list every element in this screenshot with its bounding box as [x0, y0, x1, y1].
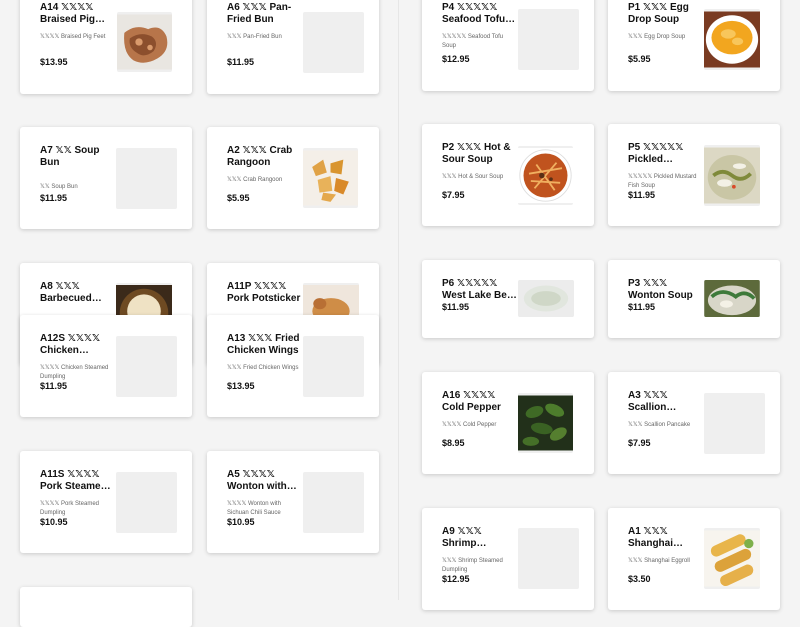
item-price: $7.95 [628, 438, 651, 448]
item-price: $5.95 [227, 193, 250, 203]
menu-item-card-p5[interactable]: P5 𝕏𝕏𝕏𝕏𝕏 Pickled Mustard Fish Soup 𝕏𝕏𝕏𝕏𝕏 … [608, 124, 780, 226]
item-description: 𝕏𝕏𝕏 Scallion Pancake [628, 422, 691, 428]
item-name: P2 𝕏𝕏𝕏 Hot & Sour Soup [442, 142, 511, 165]
image-placeholder [704, 393, 765, 454]
item-description: 𝕏𝕏𝕏 Pan-Fried Bun [227, 34, 282, 40]
item-price: $11.95 [40, 381, 68, 391]
item-name: A14 𝕏𝕏𝕏𝕏 Braised Pig Feet [40, 2, 96, 25]
column-divider [398, 0, 399, 600]
menu-item-card-a11s[interactable]: A11S 𝕏𝕏𝕏𝕏 Pork Steamed Dumpling 𝕏𝕏𝕏𝕏 Pork… [20, 451, 192, 553]
image-placeholder [518, 9, 579, 70]
wonton-soup-photo [704, 280, 760, 317]
cold-pepper-photo [518, 393, 573, 453]
menu-item-card-a2[interactable]: A2 𝕏𝕏𝕏 Crab Rangoon 𝕏𝕏𝕏 Crab Rangoon $5.9… [207, 127, 379, 229]
hot-sour-soup-photo [518, 146, 573, 205]
image-placeholder [303, 472, 364, 533]
menu-item-card-a12s[interactable]: A12S 𝕏𝕏𝕏𝕏 Chicken Steamed Dumpling 𝕏𝕏𝕏𝕏 C… [20, 315, 192, 417]
braised-pig-feet-photo [117, 12, 172, 72]
menu-item-card-a14[interactable]: A14 𝕏𝕏𝕏𝕏 Braised Pig Feet 𝕏𝕏𝕏𝕏 Braised Pi… [20, 0, 192, 94]
item-price: $11.95 [227, 57, 255, 67]
item-name: A8 𝕏𝕏𝕏 Barbecued Pork Bun [40, 281, 92, 304]
item-name: A2 𝕏𝕏𝕏 Crab Rangoon [227, 145, 293, 168]
menu-item-card-p1[interactable]: P1 𝕏𝕏𝕏 Egg Drop Soup 𝕏𝕏𝕏 Egg Drop Soup $5… [608, 0, 780, 91]
item-description: 𝕏𝕏𝕏𝕏 Cold Pepper [442, 422, 497, 428]
item-price: $5.95 [628, 54, 651, 64]
item-description: 𝕏𝕏𝕏𝕏𝕏 Pickled Mustard Fish Soup [628, 174, 697, 189]
item-name: A1 𝕏𝕏𝕏 Shanghai Eggroll [628, 526, 674, 549]
item-name: A7 𝕏𝕏 Soup Bun [40, 145, 100, 168]
west-lake-soup-photo [518, 280, 574, 317]
item-description: 𝕏𝕏𝕏 Crab Rangoon [227, 177, 283, 183]
item-name: P5 𝕏𝕏𝕏𝕏𝕏 Pickled Mustard Fish Soup [628, 142, 684, 165]
menu-item-card-p6[interactable]: P6 𝕏𝕏𝕏𝕏𝕏 West Lake Beef Soup $11.95 [422, 260, 594, 338]
egg-drop-soup-photo [704, 9, 760, 70]
menu-item-card-a7[interactable]: A7 𝕏𝕏 Soup Bun 𝕏𝕏 Soup Bun $11.95 [20, 127, 192, 229]
menu-item-card-p4[interactable]: P4 𝕏𝕏𝕏𝕏𝕏 Seafood Tofu Soup 𝕏𝕏𝕏𝕏𝕏 Seafood … [422, 0, 594, 91]
menu-item-card-a9[interactable]: A9 𝕏𝕏𝕏 Shrimp Steamed Dumpling 𝕏𝕏𝕏 Shrimp… [422, 508, 594, 610]
item-name: A11S 𝕏𝕏𝕏𝕏 Pork Steamed Dumpling [40, 469, 107, 492]
item-description: 𝕏𝕏𝕏𝕏𝕏 Seafood Tofu Soup [442, 34, 504, 49]
item-price: $11.95 [628, 190, 656, 200]
item-price: $12.95 [442, 574, 470, 584]
item-price: $11.95 [628, 302, 656, 312]
menu-item-card-p3[interactable]: P3 𝕏𝕏𝕏 Wonton Soup $11.95 [608, 260, 780, 338]
image-placeholder [116, 472, 177, 533]
item-description: 𝕏𝕏𝕏𝕏 Pork Steamed Dumpling [40, 501, 100, 516]
item-price: $13.95 [227, 381, 255, 391]
item-price: $3.50 [628, 574, 651, 584]
item-name: A11P 𝕏𝕏𝕏𝕏 Pork Potsticker [227, 281, 301, 304]
item-name: A9 𝕏𝕏𝕏 Shrimp Steamed Dumpling [442, 526, 482, 549]
item-name: P3 𝕏𝕏𝕏 Wonton Soup [628, 278, 693, 301]
image-placeholder [303, 12, 364, 73]
image-placeholder [303, 336, 364, 397]
item-name: A5 𝕏𝕏𝕏𝕏 Wonton with Sichuan Chili Sauce [227, 469, 287, 492]
menu-item-card-a13[interactable]: A13 𝕏𝕏𝕏 Fried Chicken Wings 𝕏𝕏𝕏 Fried Chi… [207, 315, 379, 417]
crab-rangoon-photo [303, 148, 358, 208]
item-name: A3 𝕏𝕏𝕏 Scallion Pancake [628, 390, 668, 413]
item-price: $10.95 [40, 517, 68, 527]
item-description: 𝕏𝕏𝕏 Shrimp Steamed Dumpling [442, 558, 503, 573]
item-price: $7.95 [442, 190, 465, 200]
item-price: $10.95 [227, 517, 255, 527]
menu-item-card-a3[interactable]: A3 𝕏𝕏𝕏 Scallion Pancake 𝕏𝕏𝕏 Scallion Panc… [608, 372, 780, 474]
item-name: A12S 𝕏𝕏𝕏𝕏 Chicken Steamed Dumpling [40, 333, 101, 356]
menu-item-card-a6[interactable]: A6 𝕏𝕏𝕏 Pan-Fried Bun 𝕏𝕏𝕏 Pan-Fried Bun $1… [207, 0, 379, 94]
item-name: A6 𝕏𝕏𝕏 Pan-Fried Bun [227, 2, 292, 25]
menu-item-card-a5[interactable]: A5 𝕏𝕏𝕏𝕏 Wonton with Sichuan Chili Sauce 𝕏… [207, 451, 379, 553]
item-description: 𝕏𝕏𝕏 Fried Chicken Wings [227, 365, 299, 371]
item-name: P6 𝕏𝕏𝕏𝕏𝕏 West Lake Beef Soup [442, 278, 516, 301]
item-price: $12.95 [442, 54, 470, 64]
item-price: $8.95 [442, 438, 465, 448]
item-description: 𝕏𝕏 Soup Bun [40, 184, 78, 190]
image-placeholder [116, 336, 177, 397]
item-name: A16 𝕏𝕏𝕏𝕏 Cold Pepper [442, 390, 501, 413]
image-placeholder [518, 528, 579, 589]
image-placeholder [116, 148, 177, 209]
pickled-fish-soup-photo [704, 145, 760, 206]
menu-item-card-partial[interactable] [20, 587, 192, 627]
item-description: 𝕏𝕏𝕏 Hot & Sour Soup [442, 174, 504, 180]
item-description: 𝕏𝕏𝕏 Shanghai Eggroll [628, 558, 690, 564]
item-name: P1 𝕏𝕏𝕏 Egg Drop Soup [628, 2, 689, 25]
eggroll-photo [704, 528, 760, 589]
item-price: $11.95 [442, 302, 470, 312]
item-price: $11.95 [40, 193, 68, 203]
item-description: 𝕏𝕏𝕏𝕏 Chicken Steamed Dumpling [40, 365, 109, 380]
item-description: 𝕏𝕏𝕏 Egg Drop Soup [628, 34, 686, 40]
item-description: 𝕏𝕏𝕏𝕏 Braised Pig Feet [40, 34, 106, 40]
item-price: $13.95 [40, 57, 68, 67]
item-description: 𝕏𝕏𝕏𝕏 Wonton with Sichuan Chili Sauce [227, 501, 281, 516]
item-name: P4 𝕏𝕏𝕏𝕏𝕏 Seafood Tofu Soup [442, 2, 506, 25]
item-name: A13 𝕏𝕏𝕏 Fried Chicken Wings [227, 333, 300, 356]
menu-item-card-a1[interactable]: A1 𝕏𝕏𝕏 Shanghai Eggroll 𝕏𝕏𝕏 Shanghai Eggr… [608, 508, 780, 610]
menu-item-card-a16[interactable]: A16 𝕏𝕏𝕏𝕏 Cold Pepper 𝕏𝕏𝕏𝕏 Cold Pepper $8.… [422, 372, 594, 474]
menu-item-card-p2[interactable]: P2 𝕏𝕏𝕏 Hot & Sour Soup 𝕏𝕏𝕏 Hot & Sour Sou… [422, 124, 594, 226]
